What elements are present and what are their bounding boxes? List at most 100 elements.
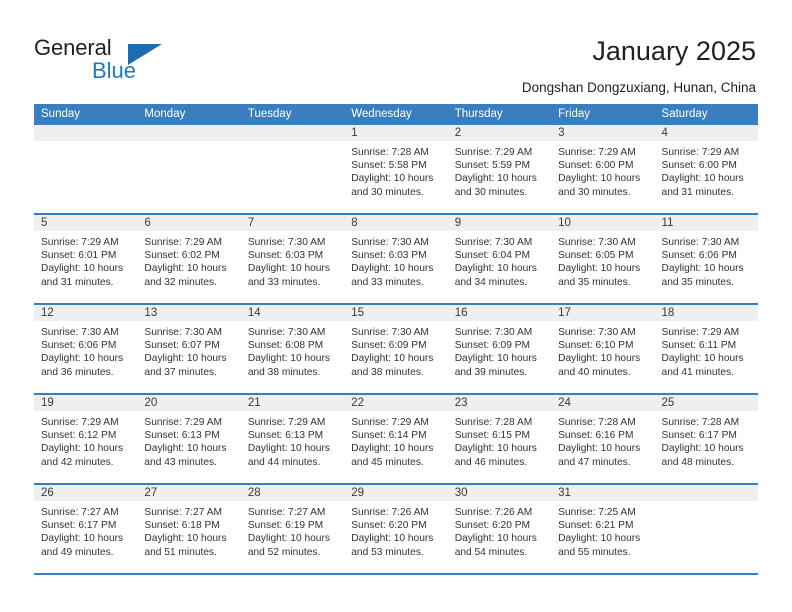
day-number-band: 27 [137,485,241,502]
day-cell[interactable]: 9 Sunrise: 7:30 AM Sunset: 6:04 PM Daylight… [447,215,552,303]
sunrise-text: Sunrise: 7:30 AM [351,327,429,338]
day-cell[interactable]: 10 Sunrise: 7:30 AM Sunset: 6:05 PM Dayligh… [551,215,655,303]
day-info: Sunrise: 7:26 AM Sunset: 6:20 PM Daylight:… [344,502,447,559]
day-cell[interactable]: 16 Sunrise: 7:30 AM Sunset: 6:09 PM Dayligh… [447,305,552,393]
day-number: 14 [247,307,261,319]
day-cell[interactable]: 21 Sunrise: 7:29 AM Sunset: 6:13 PM Dayligh… [240,395,345,483]
day-info: Sunrise: 7:30 AM Sunset: 6:10 PM Daylight:… [551,322,654,379]
day-cell[interactable]: 24 Sunrise: 7:28 AM Sunset: 6:16 PM Dayligh… [551,395,655,483]
day-cell[interactable]: 20 Sunrise: 7:29 AM Sunset: 6:13 PM Dayligh… [137,395,241,483]
sunset-text: Sunset: 6:09 PM [351,340,427,352]
daylight-text: Daylight: 10 hours and 48 minutes. [661,443,744,468]
day-number-band: 15 [344,305,448,322]
day-number: 31 [558,487,571,499]
day-info: Sunrise: 7:29 AM Sunset: 6:13 PM Daylight:… [241,412,344,469]
sunrise-text: Sunrise: 7:26 AM [351,507,429,518]
day-cell[interactable]: 13 Sunrise: 7:30 AM Sunset: 6:07 PM Dayligh… [137,305,241,393]
day-info: Sunrise: 7:29 AM Sunset: 6:12 PM Daylight:… [34,412,137,469]
day-number-band: 11 [654,215,758,232]
day-cell[interactable]: 23 Sunrise: 7:28 AM Sunset: 6:15 PM Dayligh… [447,395,552,483]
daylight-text: Daylight: 10 hours and 43 minutes. [144,443,227,468]
sunrise-text: Sunrise: 7:29 AM [144,237,223,248]
day-number: 7 [247,217,255,229]
day-number-band: 2 [447,125,552,142]
calendar-week-row: 1 Sunrise: 7:28 AM Sunset: 5:58 PM Daylight… [34,125,758,215]
day-number-band: 8 [344,215,448,232]
calendar-week-row: 5 Sunrise: 7:29 AM Sunset: 6:01 PM Daylight… [34,215,758,305]
day-cell[interactable]: 18 Sunrise: 7:29 AM Sunset: 6:11 PM Dayligh… [654,305,758,393]
daylight-text: Daylight: 10 hours and 52 minutes. [247,533,330,558]
day-number-band: 4 [654,125,758,142]
page-header: General Blue January 2025 Dongshan Dongz… [0,0,792,100]
sunset-text: Sunset: 6:20 PM [351,520,427,532]
column-header-monday: Monday [144,108,186,120]
daylight-text: Daylight: 10 hours and 35 minutes. [558,263,641,288]
day-cell[interactable]: 28 Sunrise: 7:27 AM Sunset: 6:19 PM Dayligh… [240,485,345,573]
day-number-band [137,125,241,142]
day-cell[interactable]: 30 Sunrise: 7:26 AM Sunset: 6:20 PM Dayligh… [447,485,552,573]
day-cell[interactable]: 25 Sunrise: 7:28 AM Sunset: 6:17 PM Dayligh… [654,395,758,483]
day-number-band: 6 [137,215,241,232]
day-number: 30 [454,487,468,499]
day-number-band [240,125,345,142]
sunset-text: Sunset: 6:19 PM [247,520,324,532]
day-number-band: 31 [551,485,655,502]
day-number-band: 13 [137,305,241,322]
day-cell[interactable]: 3 Sunrise: 7:29 AM Sunset: 6:00 PM Daylight… [551,125,655,213]
day-cell[interactable]: 5 Sunrise: 7:29 AM Sunset: 6:01 PM Daylight… [34,215,138,303]
day-info: Sunrise: 7:30 AM Sunset: 6:03 PM Daylight:… [241,232,344,289]
day-cell[interactable]: 26 Sunrise: 7:27 AM Sunset: 6:17 PM Dayligh… [34,485,138,573]
day-cell[interactable]: 6 Sunrise: 7:29 AM Sunset: 6:02 PM Daylight… [137,215,241,303]
day-number: 24 [558,397,571,409]
day-cell[interactable]: 19 Sunrise: 7:29 AM Sunset: 6:12 PM Dayligh… [34,395,138,483]
day-cell[interactable]: 27 Sunrise: 7:27 AM Sunset: 6:18 PM Dayligh… [137,485,241,573]
sunrise-text: Sunrise: 7:30 AM [454,327,533,338]
day-number-band: 16 [447,305,552,322]
day-number-band: 5 [34,215,138,232]
daylight-text: Daylight: 10 hours and 31 minutes. [41,263,124,288]
day-info: Sunrise: 7:27 AM Sunset: 6:18 PM Daylight:… [137,502,240,559]
day-cell[interactable]: 12 Sunrise: 7:30 AM Sunset: 6:06 PM Dayligh… [34,305,138,393]
day-number-band: 23 [447,395,552,412]
day-cell[interactable]: 11 Sunrise: 7:30 AM Sunset: 6:06 PM Dayligh… [654,215,758,303]
day-number: 3 [558,127,565,139]
day-number: 4 [661,127,668,139]
sunset-text: Sunset: 6:07 PM [144,340,220,352]
day-cell[interactable]: 22 Sunrise: 7:29 AM Sunset: 6:14 PM Dayligh… [344,395,448,483]
day-cell[interactable]: 31 Sunrise: 7:25 AM Sunset: 6:21 PM Dayligh… [551,485,655,573]
logo-triangle-icon [128,44,162,65]
day-number-band: 14 [240,305,345,322]
daylight-text: Daylight: 10 hours and 39 minutes. [454,353,537,378]
sunrise-text: Sunrise: 7:30 AM [351,237,429,248]
day-info: Sunrise: 7:29 AM Sunset: 6:13 PM Daylight:… [137,412,240,469]
day-cell[interactable]: 29 Sunrise: 7:26 AM Sunset: 6:20 PM Dayligh… [344,485,448,573]
day-cell[interactable]: 15 Sunrise: 7:30 AM Sunset: 6:09 PM Dayligh… [344,305,448,393]
daylight-text: Daylight: 10 hours and 41 minutes. [661,353,744,378]
day-cell[interactable]: 7 Sunrise: 7:30 AM Sunset: 6:03 PM Daylight… [240,215,345,303]
sunrise-text: Sunrise: 7:29 AM [41,417,119,428]
sunset-text: Sunset: 6:06 PM [41,340,117,352]
day-cell[interactable]: 1 Sunrise: 7:28 AM Sunset: 5:58 PM Daylight… [344,125,448,213]
day-number-band: 19 [34,395,138,412]
day-cell[interactable]: 2 Sunrise: 7:29 AM Sunset: 5:59 PM Daylight… [447,125,552,213]
day-info: Sunrise: 7:28 AM Sunset: 6:15 PM Daylight:… [448,412,551,469]
day-cell[interactable]: 14 Sunrise: 7:30 AM Sunset: 6:08 PM Dayligh… [240,305,345,393]
day-number-band: 21 [240,395,345,412]
day-cell[interactable]: 17 Sunrise: 7:30 AM Sunset: 6:10 PM Dayligh… [551,305,655,393]
daylight-text: Daylight: 10 hours and 37 minutes. [144,353,227,378]
day-number: 8 [351,217,358,229]
day-info: Sunrise: 7:30 AM Sunset: 6:06 PM Daylight:… [655,232,758,289]
day-number-band: 28 [240,485,345,502]
sunset-text: Sunset: 6:13 PM [144,430,220,442]
sunset-text: Sunset: 6:00 PM [661,160,737,172]
sunrise-text: Sunrise: 7:30 AM [558,327,636,338]
day-cell[interactable]: 4 Sunrise: 7:29 AM Sunset: 6:00 PM Daylight… [654,125,758,213]
sunrise-text: Sunrise: 7:30 AM [144,327,223,338]
day-number: 15 [351,307,365,319]
day-number-band: 7 [240,215,345,232]
daylight-text: Daylight: 10 hours and 38 minutes. [351,353,434,378]
day-number: 16 [454,307,468,319]
sunset-text: Sunset: 6:17 PM [661,430,737,442]
day-cell[interactable]: 8 Sunrise: 7:30 AM Sunset: 6:03 PM Daylight… [344,215,448,303]
sunrise-text: Sunrise: 7:26 AM [454,507,533,518]
